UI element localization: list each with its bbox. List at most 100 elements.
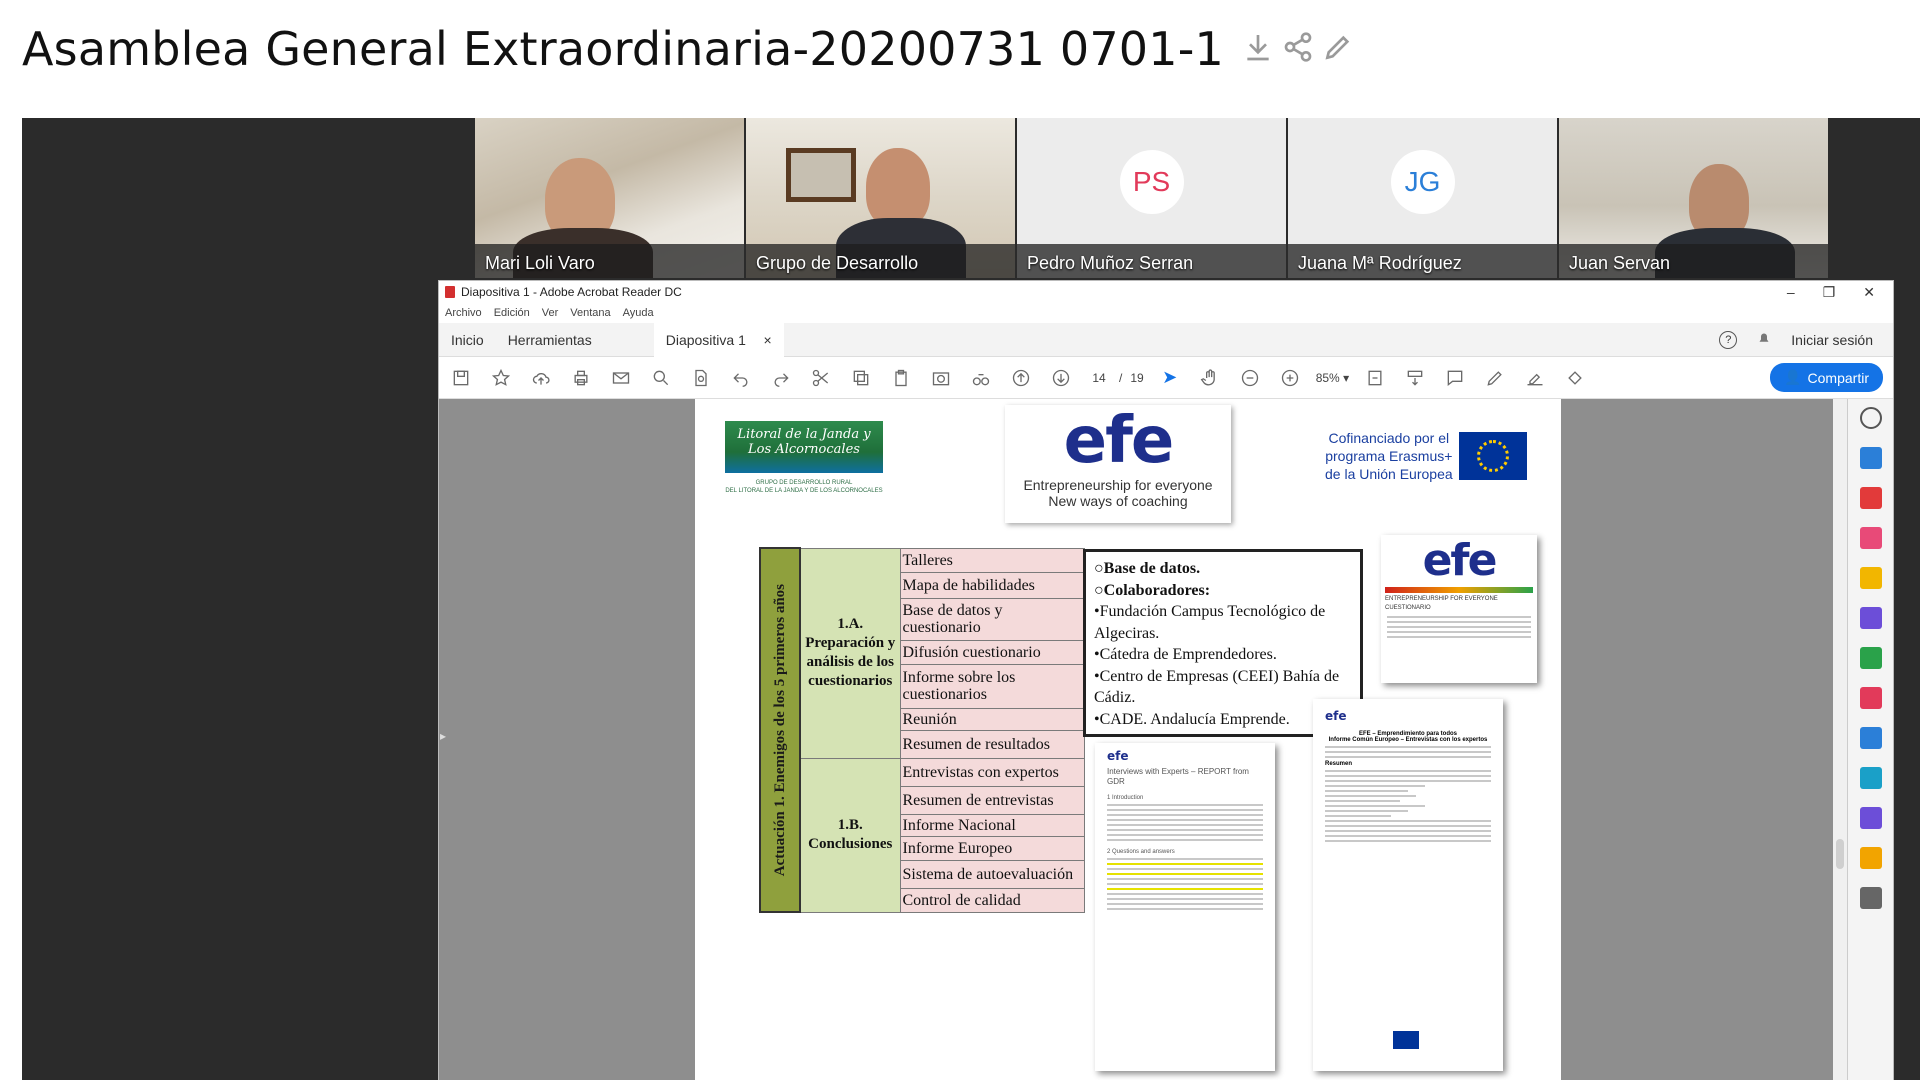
participant-tile: JG Juana Mª Rodríguez — [1288, 118, 1557, 278]
help-icon[interactable]: ? — [1719, 330, 1738, 349]
screen: Asamblea General Extraordinaria-20200731… — [0, 0, 1920, 1080]
more-tools-icon[interactable] — [1859, 847, 1882, 869]
zoom-out-icon[interactable] — [1236, 364, 1264, 392]
fill-sign-icon[interactable] — [1859, 687, 1882, 709]
menu-ventana[interactable]: Ventana — [570, 307, 610, 319]
bullet-item: ○Base de datos. — [1094, 560, 1201, 577]
star-icon[interactable] — [487, 364, 515, 392]
left-panel-toggle-icon[interactable]: ▸ — [440, 729, 446, 743]
menu-bar: Archivo Edición Ver Ventana Ayuda — [439, 303, 1893, 323]
send-track-icon[interactable] — [1859, 767, 1882, 789]
page-number-input[interactable]: 14 — [1087, 371, 1111, 385]
tab-document[interactable]: Diapositiva 1 × — [653, 322, 784, 357]
maximize-icon[interactable]: ❐ — [1823, 284, 1836, 301]
eu-flag-icon — [1458, 432, 1527, 480]
eu-flag-icon — [1393, 1031, 1419, 1049]
table-row: Informe Europeo — [899, 835, 1085, 861]
scroll-mode-icon[interactable] — [1401, 364, 1429, 392]
comment-icon[interactable] — [1441, 364, 1469, 392]
table-row: Sistema de autoevaluación — [899, 859, 1085, 889]
document-search-icon[interactable] — [687, 364, 715, 392]
table-row: Base de datos y cuestionario — [899, 597, 1085, 641]
participant-name: Juan Servan — [1569, 253, 1671, 273]
table-row: Entrevistas con expertos — [899, 757, 1085, 787]
bullet-item: •Fundación Campus Tecnológico de Algecir… — [1094, 603, 1326, 642]
menu-archivo[interactable]: Archivo — [445, 307, 482, 319]
fit-page-icon[interactable] — [1361, 364, 1389, 392]
tab-close-icon[interactable]: × — [764, 332, 772, 348]
share-button[interactable]: 👤 Compartir — [1770, 363, 1883, 392]
bell-icon[interactable] — [1755, 329, 1773, 350]
save-icon[interactable] — [447, 364, 475, 392]
table-row: Resumen de entrevistas — [899, 785, 1085, 815]
tab-inicio[interactable]: Inicio — [439, 323, 496, 357]
logo-litoral-banner: Litoral de la Janda y Los Alcornocales — [725, 421, 883, 473]
print-icon[interactable] — [567, 364, 595, 392]
combine-files-icon[interactable] — [1859, 607, 1882, 629]
binoculars-icon[interactable] — [967, 364, 995, 392]
window-titlebar: Diapositiva 1 - Adobe Acrobat Reader DC … — [439, 281, 1893, 303]
close-icon[interactable]: ✕ — [1863, 284, 1875, 301]
thumb-efe-logo: efe — [1325, 709, 1347, 723]
video-player[interactable]: Mari Loli Varo Grupo de Desarrollo PS Pe… — [22, 118, 1920, 1080]
mail-icon[interactable] — [607, 364, 635, 392]
edit-icon[interactable] — [1322, 31, 1354, 68]
zoom-tool-icon[interactable] — [1859, 407, 1882, 429]
page-separator: / — [1119, 370, 1123, 385]
edit-pdf-icon[interactable] — [1859, 527, 1882, 549]
zoom-select[interactable]: 85% ▾ — [1316, 371, 1349, 385]
vertical-scrollbar[interactable] — [1833, 399, 1847, 1080]
download-icon[interactable] — [1242, 31, 1274, 68]
logo-efe: efe Entrepreneurship for everyone New wa… — [1005, 405, 1231, 523]
hand-tool-icon[interactable] — [1196, 364, 1224, 392]
thumb-text-lines — [1381, 611, 1537, 643]
user-plus-icon: 👤 — [1784, 369, 1802, 385]
menu-ayuda[interactable]: Ayuda — [623, 307, 654, 319]
zoom-in-icon[interactable] — [1276, 364, 1304, 392]
share-icon[interactable] — [1282, 31, 1314, 68]
organize-pages-icon[interactable] — [1859, 647, 1882, 669]
request-signature-icon[interactable] — [1859, 807, 1882, 829]
tab-document-label: Diapositiva 1 — [665, 331, 746, 348]
page-indicator: 14 / 19 — [1087, 370, 1143, 385]
customize-tools-icon[interactable] — [1859, 887, 1882, 909]
highlight-pen-icon[interactable] — [1481, 364, 1509, 392]
participant-name: Juana Mª Rodríguez — [1298, 253, 1462, 273]
scrollbar-thumb[interactable] — [1836, 839, 1844, 869]
minimize-icon[interactable]: – — [1787, 284, 1795, 301]
bullet-item: ○Colaboradores: — [1094, 581, 1211, 599]
page-up-icon[interactable] — [1007, 364, 1035, 392]
header-actions — [1242, 31, 1354, 68]
copy-icon[interactable] — [847, 364, 875, 392]
create-pdf-icon[interactable] — [1859, 487, 1882, 509]
document-viewport[interactable]: ▸ Litoral de la Janda y Los Alcornocales… — [439, 399, 1849, 1080]
tab-bar: Inicio Herramientas Diapositiva 1 × ? In… — [439, 322, 1893, 357]
menu-edicion[interactable]: Edición — [494, 307, 530, 319]
protect-icon[interactable] — [1859, 727, 1882, 749]
participant-tile: Grupo de Desarrollo — [746, 118, 1015, 278]
paste-icon[interactable] — [887, 364, 915, 392]
thumb-title: Interviews with Experts – REPORT from GD… — [1107, 767, 1249, 786]
redo-icon[interactable] — [767, 364, 795, 392]
participant-tile: PS Pedro Muñoz Serran — [1017, 118, 1286, 278]
participant-name: Grupo de Desarrollo — [756, 253, 919, 273]
snapshot-icon[interactable] — [927, 364, 955, 392]
tab-herramientas[interactable]: Herramientas — [496, 323, 604, 357]
menu-ver[interactable]: Ver — [542, 307, 559, 319]
page-header: Asamblea General Extraordinaria-20200731… — [22, 14, 1354, 84]
sign-icon[interactable] — [1521, 364, 1549, 392]
expert-report-thumbnail: efe Interviews with Experts – REPORT fro… — [1095, 743, 1275, 1071]
select-cursor-icon[interactable]: ➤ — [1156, 364, 1184, 392]
page-down-icon[interactable] — [1047, 364, 1075, 392]
zoom-search-icon[interactable] — [647, 364, 675, 392]
cloud-upload-icon[interactable] — [527, 364, 555, 392]
acrobat-window: Diapositiva 1 - Adobe Acrobat Reader DC … — [438, 280, 1894, 1080]
stamp-icon[interactable] — [1561, 364, 1589, 392]
signin-link[interactable]: Iniciar sesión — [1791, 332, 1873, 348]
european-report-thumbnail: efe EFE – Emprendimiento para todos Info… — [1313, 699, 1503, 1071]
comment-tool-icon[interactable] — [1859, 567, 1882, 589]
export-pdf-icon[interactable] — [1859, 447, 1882, 469]
undo-icon[interactable] — [727, 364, 755, 392]
slide-page: Litoral de la Janda y Los Alcornocales G… — [695, 399, 1561, 1080]
cut-icon[interactable] — [807, 364, 835, 392]
